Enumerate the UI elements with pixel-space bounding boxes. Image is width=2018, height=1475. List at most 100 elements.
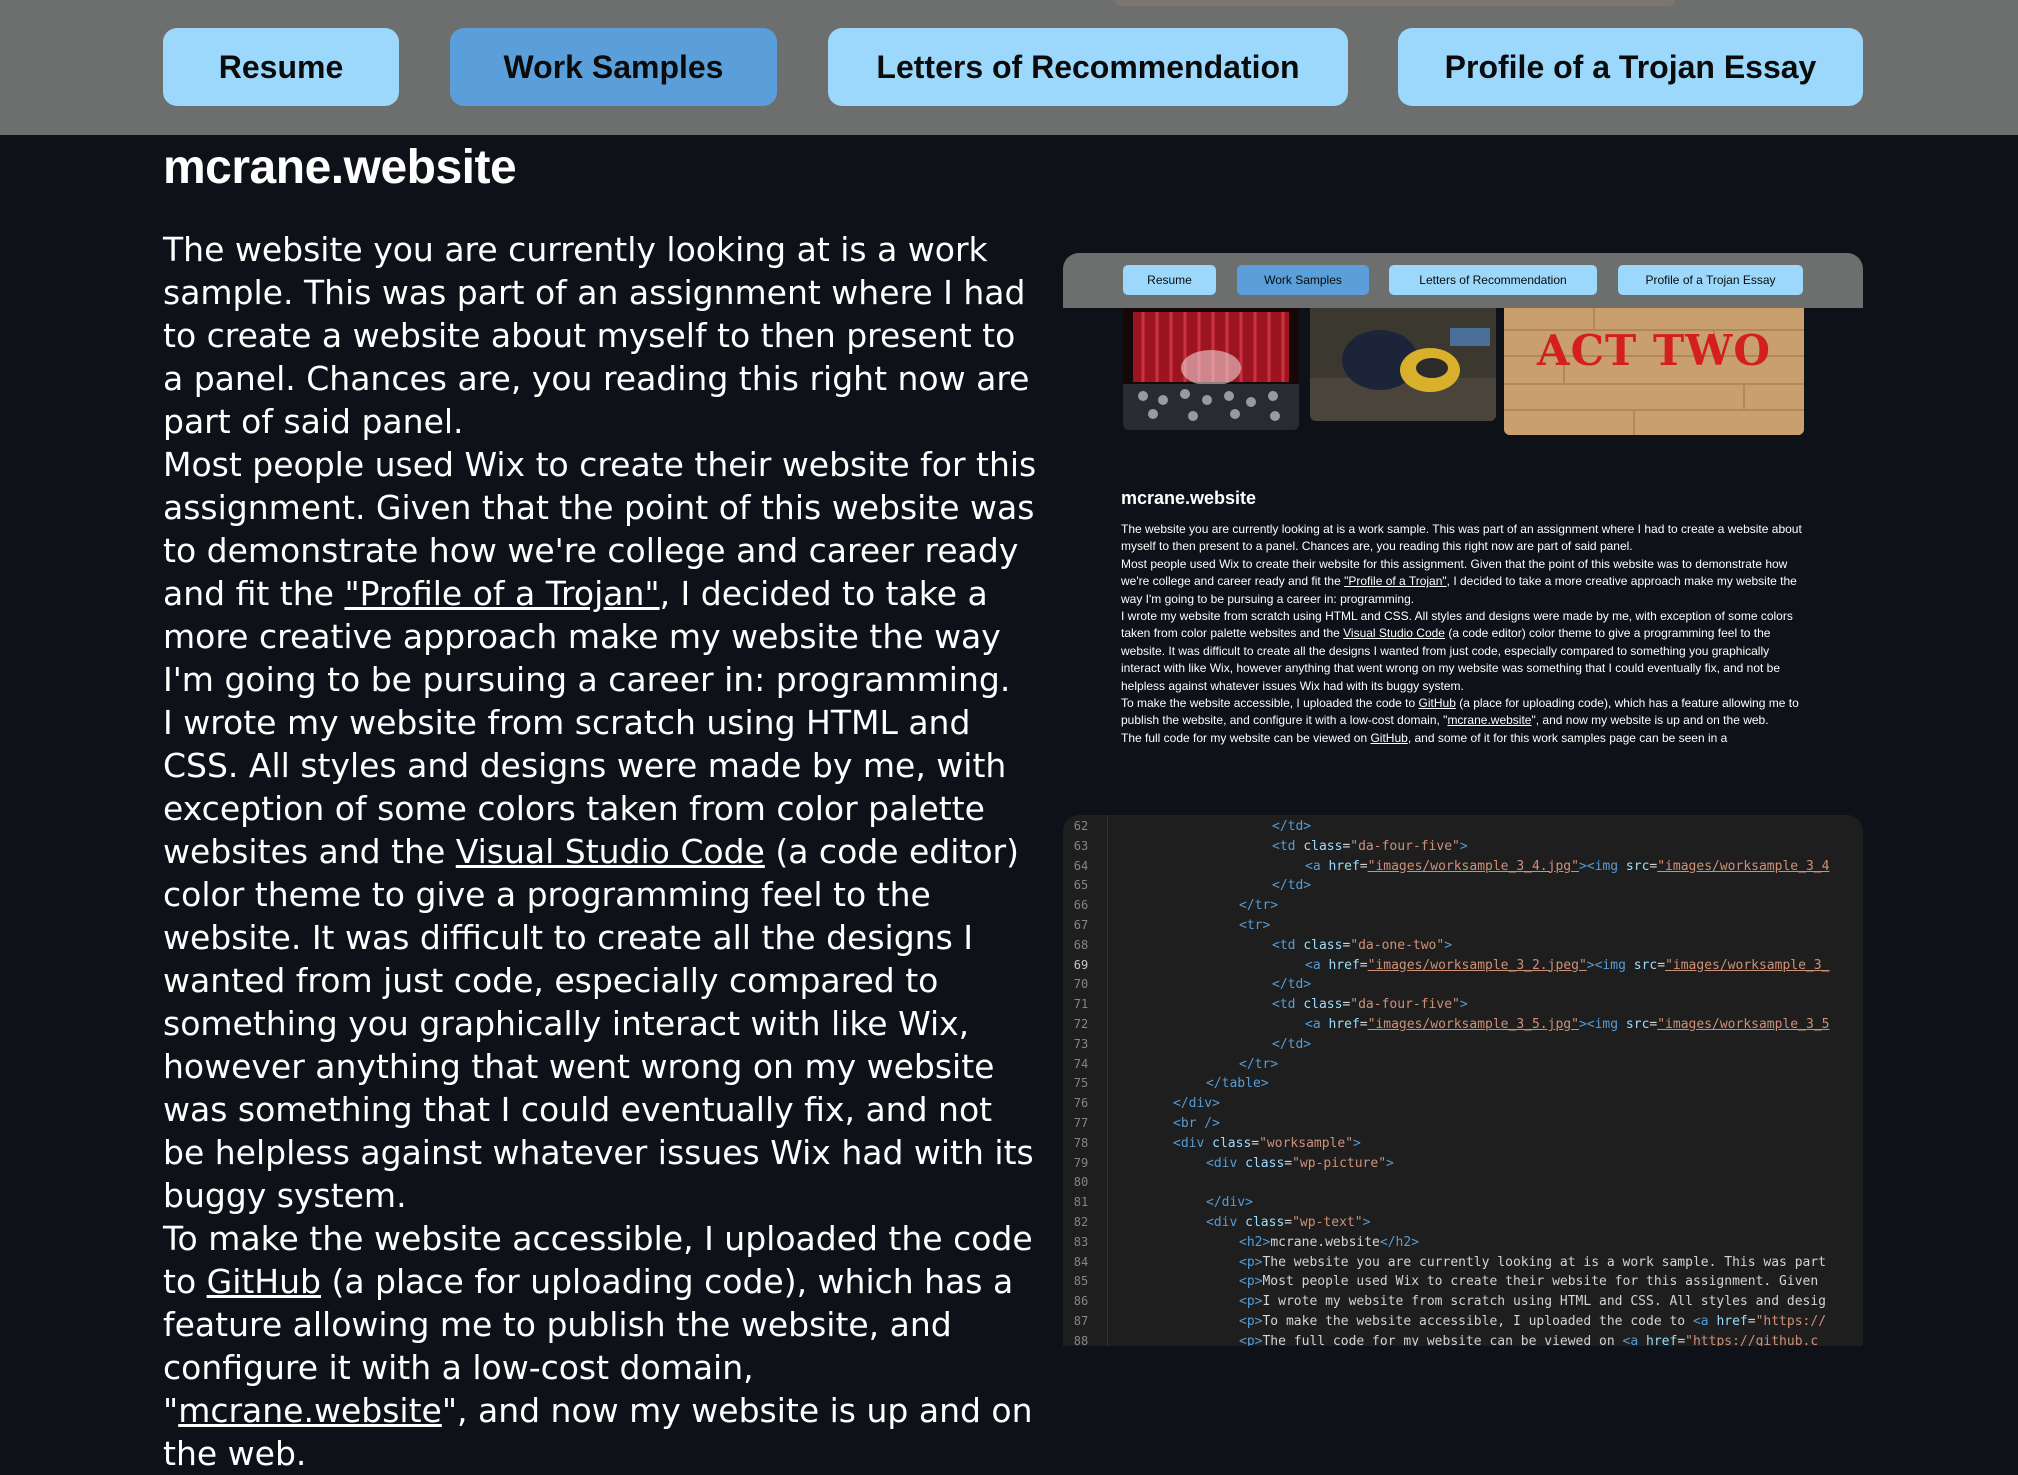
profile-of-trojan-link[interactable]: "Profile of a Trojan" <box>344 574 659 613</box>
code-line: 81 </div> <box>1063 1195 1863 1215</box>
line-number: 84 <box>1073 1254 1089 1269</box>
code-line: 83 <h2>mcrane.website</h2> <box>1063 1235 1863 1255</box>
code-line: 85 <p>Most people used Wix to create thei… <box>1063 1274 1863 1294</box>
line-number: 82 <box>1073 1215 1089 1229</box>
code-text: <td class="da-one-two"> <box>1272 937 1453 953</box>
code-line: 71 <td class="da-four-five"> <box>1063 997 1863 1017</box>
code-text: <td class="da-four-five"> <box>1272 997 1468 1013</box>
code-line: 75 </table> <box>1063 1076 1863 1096</box>
code-line: 88 <p>The full code for my website can be… <box>1063 1334 1863 1346</box>
screenshot-paragraph-5: The full code for my website can be view… <box>1121 730 1811 747</box>
code-text: <div class="wp-text"> <box>1206 1215 1371 1230</box>
code-line: 84 <p>The website you are currently looki… <box>1063 1255 1863 1275</box>
github-link[interactable]: GitHub <box>207 1262 321 1301</box>
act-two-label: ACT TWO <box>1537 326 1771 375</box>
s1-p4-c: ", and now my website is up and on the w… <box>1531 713 1769 728</box>
screenshot-nav: Resume Work Samples Letters of Recommend… <box>1063 253 1863 308</box>
code-line: 66 </tr> <box>1063 898 1863 918</box>
theatre-stage-image <box>1123 308 1299 430</box>
line-number: 78 <box>1073 1135 1089 1150</box>
line-number: 75 <box>1073 1076 1089 1091</box>
nav-work-samples-button[interactable]: Work Samples <box>450 28 777 106</box>
screenshot-paragraph-2: Most people used Wix to create their web… <box>1121 556 1811 608</box>
s1-p5-a: The full code for my website can be view… <box>1121 730 1371 745</box>
code-text: <a href="images/worksample_3_4.jpg"><img… <box>1305 858 1830 874</box>
line-number: 63 <box>1073 838 1089 853</box>
code-line: 63 <td class="da-four-five"> <box>1063 839 1863 859</box>
code-text: </td> <box>1272 819 1312 834</box>
code-text: <tr> <box>1239 918 1271 933</box>
code-text: </td> <box>1272 878 1312 894</box>
code-editor-screenshot[interactable]: 62 </td> 63 <td class="da-four-five"> 64 <a h… <box>1063 815 1863 1346</box>
line-number: 62 <box>1073 819 1089 833</box>
mcrane-website-link[interactable]: mcrane.website <box>178 1391 442 1430</box>
code-text: </tr> <box>1239 898 1279 914</box>
screenshot-paragraph-4: To make the website accessible, I upload… <box>1121 695 1811 730</box>
line-number: 67 <box>1073 918 1089 932</box>
screenshot-github-link-2: GitHub <box>1370 730 1408 745</box>
line-number: 69 <box>1073 957 1089 972</box>
code-line: 74 </tr> <box>1063 1057 1863 1077</box>
code-line: 69 <a href="images/worksample_3_2.jpeg"><… <box>1063 958 1863 978</box>
nav-top-decoration <box>1115 0 1675 6</box>
s1-p4-a: To make the website accessible, I upload… <box>1121 696 1419 711</box>
code-line: 68 <td class="da-one-two"> <box>1063 938 1863 958</box>
nav-letters-button[interactable]: Letters of Recommendation <box>828 28 1348 106</box>
act-two-sign-image: ACT TWO <box>1504 308 1804 435</box>
code-line: 76 </div> <box>1063 1096 1863 1116</box>
screenshot-vscode-link: Visual Studio Code <box>1343 626 1445 641</box>
code-text: </div> <box>1206 1195 1253 1211</box>
code-line: 87 <p>To make the website accessible, I u… <box>1063 1314 1863 1334</box>
screenshot-work-samples-button: Work Samples <box>1237 265 1369 295</box>
line-number: 80 <box>1073 1175 1089 1190</box>
p3-text-b: (a code editor) color theme to give a pr… <box>163 832 1034 1215</box>
code-line: 86 <p>I wrote my website from scratch usi… <box>1063 1294 1863 1314</box>
screenshot-mcrane-link: mcrane.website <box>1447 713 1532 728</box>
code-text: <a href="images/worksample_3_2.jpeg"><im… <box>1305 957 1830 973</box>
s1-p5-b: , and some of it for this work samples p… <box>1407 730 1728 745</box>
line-number: 87 <box>1073 1314 1089 1328</box>
screenshot-github-link: GitHub <box>1418 696 1456 711</box>
code-text: <p>The website you are currently looking… <box>1239 1254 1827 1270</box>
screenshot-profile-button: Profile of a Trojan Essay <box>1618 265 1803 295</box>
code-line: 80 <box>1063 1175 1863 1195</box>
line-number: 64 <box>1073 858 1089 873</box>
line-number: 77 <box>1073 1116 1089 1130</box>
code-text: <p>The full code for my website can be v… <box>1239 1333 1819 1346</box>
code-text: <a href="images/worksample_3_5.jpg"><img… <box>1305 1017 1830 1032</box>
visual-studio-code-link[interactable]: Visual Studio Code <box>456 832 765 871</box>
code-text: <br /> <box>1173 1116 1220 1131</box>
code-line: 70 </td> <box>1063 977 1863 997</box>
line-number: 65 <box>1073 878 1089 893</box>
top-nav: Resume Work Samples Letters of Recommend… <box>0 0 2018 135</box>
work-sample-title: mcrane.website <box>163 141 517 194</box>
line-number: 73 <box>1073 1036 1089 1051</box>
screenshot-title: mcrane.website <box>1121 488 1257 508</box>
paragraph-1: The website you are currently looking at… <box>163 230 1030 441</box>
code-text: </td> <box>1272 977 1312 993</box>
line-number: 79 <box>1073 1155 1089 1170</box>
code-text: <h2>mcrane.website</h2> <box>1239 1234 1420 1250</box>
code-line: 64 <a href="images/worksample_3_4.jpg"><i… <box>1063 859 1863 879</box>
screenshot-resume-button: Resume <box>1123 265 1216 295</box>
code-line: 67 <tr> <box>1063 918 1863 938</box>
line-number: 71 <box>1073 997 1089 1012</box>
nav-resume-button[interactable]: Resume <box>163 28 399 106</box>
code-text: </table> <box>1206 1076 1269 1092</box>
code-text: <div class="worksample"> <box>1173 1135 1361 1151</box>
code-text: <p>Most people used Wix to create their … <box>1239 1274 1819 1290</box>
code-line: 73 </td> <box>1063 1037 1863 1057</box>
line-number: 66 <box>1073 898 1089 913</box>
website-screenshot[interactable]: Resume Work Samples Letters of Recommend… <box>1063 253 1863 788</box>
paragraph-2: Most people used Wix to create their web… <box>163 443 1043 701</box>
nav-profile-essay-button[interactable]: Profile of a Trojan Essay <box>1398 28 1863 106</box>
code-line: 65 </td> <box>1063 878 1863 898</box>
code-text: </td> <box>1272 1036 1312 1052</box>
code-line: 79 <div class="wp-picture"> <box>1063 1156 1863 1176</box>
screenshot-profile-link: "Profile of a Trojan" <box>1344 574 1447 589</box>
code-text: <p>I wrote my website from scratch using… <box>1239 1294 1827 1310</box>
screenshot-paragraph-1: The website you are currently looking at… <box>1121 522 1802 554</box>
work-sample-description: The website you are currently looking at… <box>163 228 1043 1475</box>
paragraph-4: To make the website accessible, I upload… <box>163 1217 1043 1475</box>
code-text: </div> <box>1173 1096 1220 1112</box>
